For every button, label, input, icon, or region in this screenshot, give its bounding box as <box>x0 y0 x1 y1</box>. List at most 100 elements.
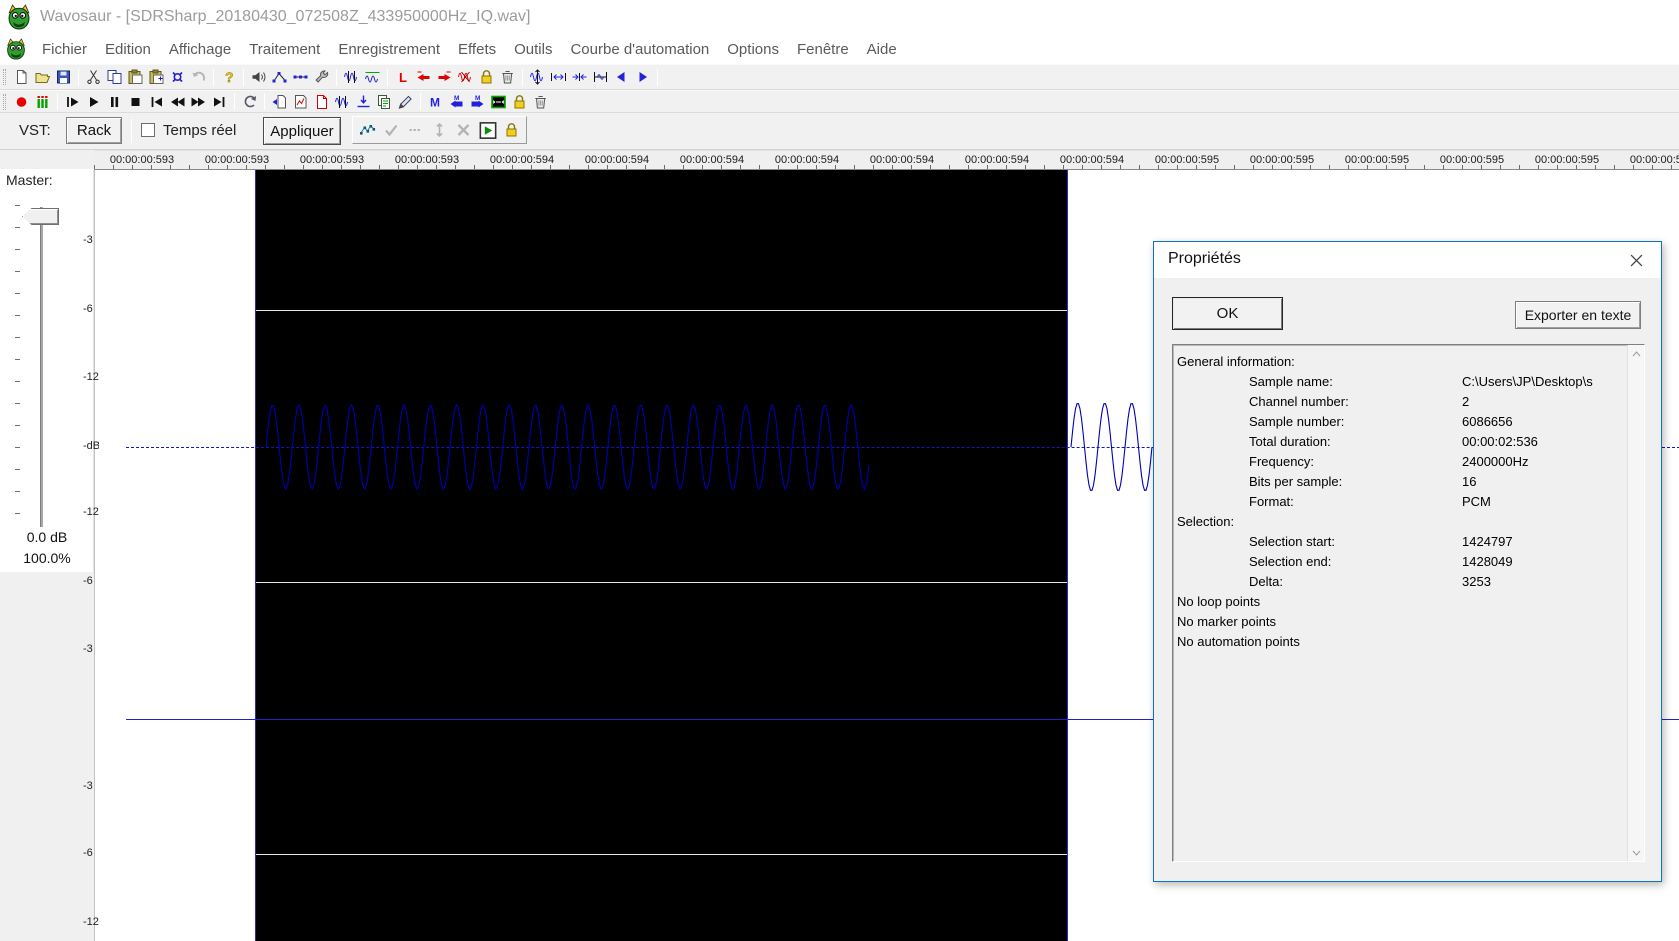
wave-bars-button[interactable] <box>332 92 353 111</box>
toolbar-separator <box>243 68 244 86</box>
pen-edit-button[interactable] <box>395 92 416 111</box>
loop-icon <box>244 95 256 107</box>
cut-button[interactable] <box>83 68 104 87</box>
undo-button[interactable] <box>188 68 209 87</box>
scroll-down-button[interactable] <box>1628 844 1645 861</box>
previous-marker-m-button[interactable]: M <box>446 92 467 111</box>
marker-button[interactable]: L <box>392 68 413 87</box>
ruler-label: 00:00:00:593 <box>394 154 460 166</box>
save-floppy-icon <box>57 70 70 84</box>
wave-insert-button[interactable] <box>341 68 362 87</box>
rewind-button[interactable] <box>167 92 188 111</box>
node-tool-button[interactable] <box>269 68 290 87</box>
volume-button[interactable] <box>248 68 269 87</box>
loop-button[interactable] <box>239 92 260 111</box>
open-file-button[interactable] <box>32 68 53 87</box>
zoom-selection-right-button[interactable] <box>569 68 590 87</box>
menu-item-aide[interactable]: Aide <box>858 38 906 61</box>
master-slider-track[interactable] <box>40 207 44 527</box>
toolbar-grip[interactable] <box>3 69 6 85</box>
menu-item-courbe-automation[interactable]: Courbe d'automation <box>561 38 718 61</box>
erase-markers-button[interactable] <box>497 68 518 87</box>
menu-item-effets[interactable]: Effets <box>449 38 505 61</box>
save-file-button[interactable] <box>53 68 74 87</box>
menu-item-affichage[interactable]: Affichage <box>160 38 240 61</box>
menu-item-options[interactable]: Options <box>718 38 788 61</box>
validate-curve-button[interactable] <box>381 121 402 140</box>
automation-curve-button[interactable] <box>357 121 378 140</box>
go-end-button[interactable] <box>209 92 230 111</box>
new-file-button[interactable] <box>11 68 32 87</box>
vertical-arrows-icon <box>436 122 443 138</box>
normalize-button[interactable] <box>353 92 374 111</box>
envelope-tool-button[interactable] <box>290 68 311 87</box>
svg-text:?: ? <box>225 69 234 85</box>
play-region-button[interactable] <box>488 92 509 111</box>
scroll-up-button[interactable] <box>1628 345 1645 362</box>
go-start-icon <box>151 96 162 107</box>
marker-m-button[interactable]: M <box>425 92 446 111</box>
lock-button[interactable] <box>509 92 530 111</box>
previous-marker-button[interactable] <box>413 68 434 87</box>
zoom-selection-left-button[interactable] <box>548 68 569 87</box>
mix-paste-button[interactable] <box>167 68 188 87</box>
pause-button[interactable] <box>104 92 125 111</box>
stop-button[interactable] <box>125 92 146 111</box>
analysis-button[interactable] <box>290 92 311 111</box>
menu-item-fichier[interactable]: Fichier <box>33 38 96 61</box>
menu-item-traitement[interactable]: Traitement <box>240 38 329 61</box>
level-meter-button[interactable] <box>32 92 53 111</box>
play-automation-button[interactable] <box>477 121 498 140</box>
menu-item-fenetre[interactable]: Fenêtre <box>788 38 858 61</box>
ruler-label: 00:00:00:595 <box>1344 154 1410 166</box>
insert-file-button[interactable] <box>269 92 290 111</box>
realtime-checkbox[interactable] <box>141 123 155 137</box>
time-ruler[interactable]: 00:00:00:593 00:00:00:593 00:00:00:593 0… <box>94 150 1679 169</box>
listbox-scrollbar[interactable] <box>1627 345 1644 861</box>
next-marker-button[interactable] <box>434 68 455 87</box>
close-button[interactable] <box>1623 247 1649 273</box>
forward-button[interactable] <box>188 92 209 111</box>
vertical-fit-button[interactable] <box>429 121 450 140</box>
play-icon <box>90 96 99 107</box>
help-button[interactable]: ? <box>218 68 239 87</box>
play-from-cursor-button[interactable] <box>62 92 83 111</box>
play-button[interactable] <box>83 92 104 111</box>
next-view-button[interactable] <box>632 68 653 87</box>
menu-item-enregistrement[interactable]: Enregistrement <box>329 38 449 61</box>
view-bounds-button[interactable] <box>590 68 611 87</box>
export-snapshot-button[interactable] <box>311 92 332 111</box>
properties-listbox[interactable]: General information: Sample name: C:\User… <box>1172 344 1645 862</box>
record-button[interactable] <box>11 92 32 111</box>
wave-crop-button[interactable] <box>362 68 383 87</box>
toolbar-grip[interactable] <box>3 93 6 110</box>
selection-right-edge[interactable] <box>1067 170 1068 941</box>
ok-button[interactable]: OK <box>1172 297 1283 330</box>
options-button[interactable] <box>311 68 332 87</box>
paste-button[interactable] <box>125 68 146 87</box>
menu-item-edition[interactable]: Edition <box>96 38 160 61</box>
copy-button[interactable] <box>104 68 125 87</box>
paste-as-new-button[interactable] <box>146 68 167 87</box>
lock-markers-button[interactable] <box>476 68 497 87</box>
vst-rack-button[interactable]: Rack <box>66 117 122 144</box>
previous-view-button[interactable] <box>611 68 632 87</box>
delete-markers-button[interactable] <box>455 68 476 87</box>
menu-item-outils[interactable]: Outils <box>505 38 561 61</box>
ruler-label: 00:00:00:594 <box>774 154 840 166</box>
go-start-button[interactable] <box>146 92 167 111</box>
trash-button[interactable] <box>530 92 551 111</box>
next-marker-m-button[interactable]: M <box>467 92 488 111</box>
export-text-button[interactable]: Exporter en texte <box>1515 301 1641 329</box>
apply-button[interactable]: Appliquer <box>263 117 341 145</box>
selection-left-edge[interactable] <box>255 170 256 941</box>
zoom-vertical-button[interactable] <box>527 68 548 87</box>
show-points-button[interactable] <box>405 121 426 140</box>
wavosaur-system-menu-icon[interactable] <box>5 38 27 60</box>
batch-button[interactable] <box>374 92 395 111</box>
delete-curve-button[interactable] <box>453 121 474 140</box>
dialog-title-bar[interactable]: Propriétés <box>1154 242 1661 278</box>
svg-text:M: M <box>475 95 480 102</box>
lock-automation-button[interactable] <box>501 121 522 140</box>
master-slider-handle[interactable] <box>22 208 59 225</box>
